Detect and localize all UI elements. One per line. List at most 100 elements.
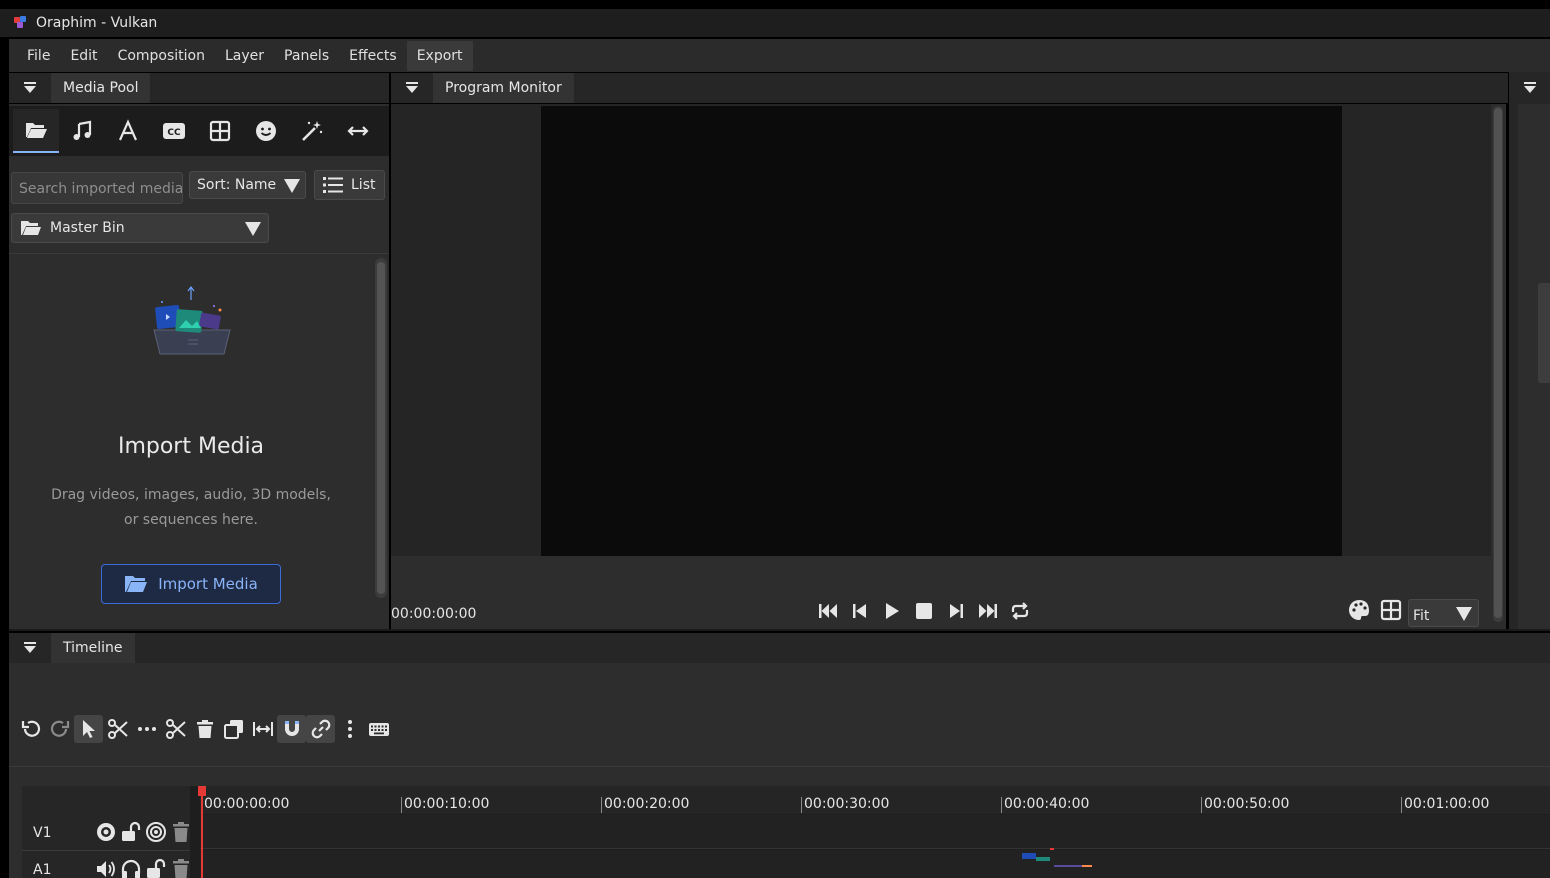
transport-controls xyxy=(812,596,1036,626)
panel-menu-icon xyxy=(1523,82,1536,93)
menu-bar: File Edit Composition Layer Panels Effec… xyxy=(9,39,1550,72)
timecode-display: 00:00:00:00 xyxy=(391,606,477,622)
grid-icon xyxy=(1380,599,1402,621)
media-pool-scrollbar[interactable] xyxy=(375,258,387,598)
playhead-handle[interactable] xyxy=(198,786,206,796)
track-label-v1: V1 xyxy=(33,825,52,841)
scrollbar-thumb[interactable] xyxy=(377,262,385,594)
media-tab-grid[interactable] xyxy=(197,109,243,153)
trash-icon[interactable] xyxy=(170,858,192,878)
scrollbar-thumb[interactable] xyxy=(1494,108,1502,618)
volume-icon[interactable] xyxy=(95,858,117,878)
bin-dropdown[interactable]: Master Bin xyxy=(11,213,269,243)
media-tab-captions[interactable]: CC xyxy=(151,109,197,153)
magic-wand-icon xyxy=(302,121,323,141)
media-tab-transitions[interactable] xyxy=(335,109,381,153)
chevron-down-icon xyxy=(1456,607,1472,621)
link-icon xyxy=(311,719,330,739)
ruler-tick: 00:00:30:00 xyxy=(801,797,889,813)
menu-composition[interactable]: Composition xyxy=(108,41,215,71)
menu-panels[interactable]: Panels xyxy=(274,41,339,71)
play-button[interactable] xyxy=(876,597,908,625)
panel-menu-icon xyxy=(406,82,418,93)
menu-file[interactable]: File xyxy=(17,41,60,71)
snap-toggle[interactable] xyxy=(277,715,306,743)
transition-icon xyxy=(347,126,369,136)
folder-open-icon xyxy=(21,221,41,235)
timeline-collapse-button[interactable] xyxy=(9,633,51,663)
playhead[interactable] xyxy=(201,786,203,878)
right-panel-handle[interactable] xyxy=(1538,283,1550,383)
track-label-a1: A1 xyxy=(33,862,52,878)
view-mode-label: List xyxy=(351,177,376,193)
media-tab-text[interactable] xyxy=(105,109,151,153)
bin-dropdown-value: Master Bin xyxy=(50,220,125,236)
trash-icon[interactable] xyxy=(170,821,192,843)
loop-button[interactable] xyxy=(1004,597,1036,625)
split-clip-button[interactable] xyxy=(161,715,190,743)
previous-frame-button[interactable] xyxy=(844,597,876,625)
media-pool-collapse-button[interactable] xyxy=(9,73,51,103)
go-to-start-button[interactable] xyxy=(812,597,844,625)
import-media-button[interactable]: Import Media xyxy=(101,564,281,604)
razor-tool-button[interactable] xyxy=(103,715,132,743)
menu-layer[interactable]: Layer xyxy=(215,41,274,71)
media-tab-stickers[interactable] xyxy=(243,109,289,153)
window-title: Oraphim - Vulkan xyxy=(36,15,158,31)
media-search-input[interactable]: Search imported media xyxy=(11,172,183,204)
import-media-button-label: Import Media xyxy=(158,575,258,593)
media-pool-tab[interactable]: Media Pool xyxy=(51,73,151,103)
video-preview[interactable] xyxy=(541,106,1342,556)
view-mode-button[interactable]: List xyxy=(314,170,385,200)
more-tools-button[interactable] xyxy=(132,715,161,743)
timeline-menu-button[interactable] xyxy=(335,715,364,743)
menu-effects[interactable]: Effects xyxy=(339,41,407,71)
step-forward-icon xyxy=(950,604,963,618)
fit-timeline-button[interactable] xyxy=(248,715,277,743)
track-row-a1[interactable] xyxy=(200,850,1550,878)
stop-button[interactable] xyxy=(908,597,940,625)
media-tab-audio[interactable] xyxy=(59,109,105,153)
unlock-icon[interactable] xyxy=(120,821,142,843)
keyboard-shortcuts-button[interactable] xyxy=(364,715,393,743)
track-row-v1[interactable] xyxy=(200,815,1550,849)
panel-splitter[interactable] xyxy=(9,629,1550,631)
headphones-icon[interactable] xyxy=(120,858,142,878)
delete-clip-button[interactable] xyxy=(190,715,219,743)
unlock-icon[interactable] xyxy=(145,858,167,878)
play-icon xyxy=(886,603,899,619)
program-monitor-collapse-button[interactable] xyxy=(391,73,433,103)
media-pool-toolbar: CC xyxy=(9,106,389,156)
menu-edit[interactable]: Edit xyxy=(60,41,107,71)
target-icon[interactable] xyxy=(145,821,167,843)
scissors-icon xyxy=(107,719,128,739)
zoom-dropdown[interactable]: Fit xyxy=(1408,599,1479,627)
divider xyxy=(22,850,190,851)
go-to-end-button[interactable] xyxy=(972,597,1004,625)
redo-button[interactable] xyxy=(45,715,74,743)
right-panel-collapse-button[interactable] xyxy=(1509,73,1550,103)
color-palette-button[interactable] xyxy=(1343,596,1375,624)
media-tab-files[interactable] xyxy=(13,109,59,153)
track-controls-v1 xyxy=(95,821,195,843)
trash-icon xyxy=(196,720,213,738)
link-toggle[interactable] xyxy=(306,715,335,743)
cursor-icon xyxy=(82,720,95,738)
program-monitor-scrollbar[interactable] xyxy=(1493,106,1503,622)
sort-dropdown[interactable]: Sort: Name xyxy=(189,171,306,199)
text-icon xyxy=(118,119,138,141)
media-tab-effects[interactable] xyxy=(289,109,335,153)
list-icon xyxy=(323,177,343,193)
program-monitor-tab[interactable]: Program Monitor xyxy=(433,73,574,103)
eye-icon[interactable] xyxy=(95,821,117,843)
timeline-tab[interactable]: Timeline xyxy=(51,633,135,663)
next-frame-button[interactable] xyxy=(940,597,972,625)
music-icon xyxy=(73,120,92,140)
select-tool-button[interactable] xyxy=(74,715,103,743)
chevron-down-icon xyxy=(245,222,261,236)
undo-button[interactable] xyxy=(16,715,45,743)
empty-state-description: Drag videos, images, audio, 3D models, o… xyxy=(51,487,331,528)
duplicate-clip-button[interactable] xyxy=(219,715,248,743)
grid-overlay-button[interactable] xyxy=(1375,596,1407,624)
menu-export[interactable]: Export xyxy=(406,40,473,71)
